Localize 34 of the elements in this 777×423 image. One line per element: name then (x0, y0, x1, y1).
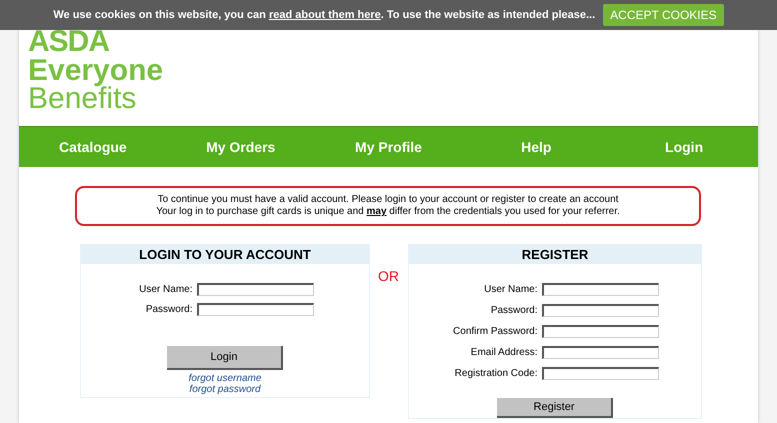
field-label: Email Address: (470, 347, 538, 358)
input-field[interactable] (542, 367, 658, 380)
field-label: User Name: (138, 284, 192, 295)
notice-text: Your log in to purchase gift cards is unique and may differ from the credentials you used for your referrer. (155, 206, 621, 218)
notice-text: To continue you must have a valid account. Please login to your account or register to create an account (156, 194, 620, 206)
input-field[interactable] (542, 283, 658, 296)
accept-cookies-button[interactable]: ACCEPT COOKIES (603, 4, 724, 26)
panel-title: LOGIN TO YOUR ACCOUNT (81, 245, 369, 264)
nav-link[interactable]: Catalogue (19, 139, 167, 155)
forgot-link[interactable]: forgot username (188, 373, 262, 384)
login-button[interactable]: Login (167, 346, 283, 370)
input-field[interactable] (542, 304, 658, 317)
or-separator: OR (378, 268, 399, 284)
logo-text: Benefits (28, 85, 136, 114)
cookie-message: We use cookies on this website, you can read about them here. To use the website as intended please... (53, 9, 596, 21)
field-label: Password: (144, 304, 192, 315)
forgot-link[interactable]: forgot password (189, 384, 261, 395)
input-field[interactable] (542, 346, 658, 359)
panel-title: REGISTER (409, 245, 701, 264)
cookie-policy-link[interactable]: read about them here (268, 9, 381, 21)
input-field[interactable] (196, 303, 314, 316)
nav-link[interactable]: My Profile (314, 139, 462, 155)
field-label: Password: (490, 305, 538, 316)
nav-link[interactable]: My Orders (166, 139, 315, 155)
logo-text: Everyone (28, 56, 164, 85)
field-label: Confirm Password: (452, 326, 538, 337)
nav-link[interactable]: Login (610, 139, 758, 155)
input-field[interactable] (196, 283, 314, 296)
field-label: Registration Code: (454, 368, 538, 379)
register-button[interactable]: Register (497, 398, 613, 418)
logo-text: ASDA (28, 28, 110, 56)
nav-link[interactable]: Help (462, 139, 610, 155)
input-field[interactable] (542, 325, 658, 338)
field-label: User Name: (483, 284, 538, 295)
